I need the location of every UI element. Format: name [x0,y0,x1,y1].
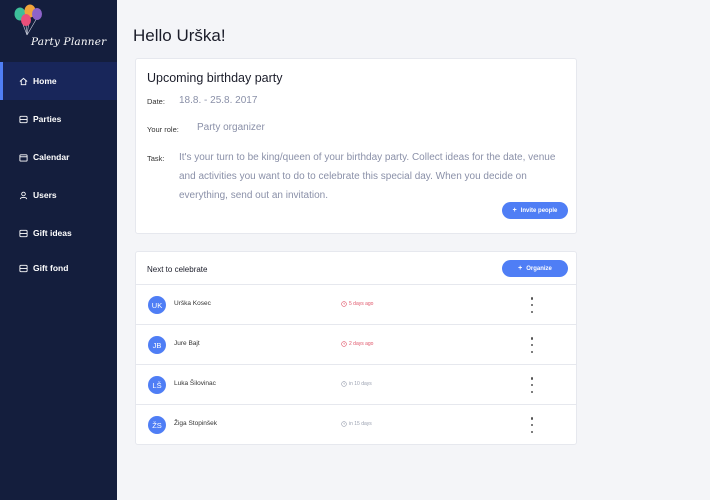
clock-icon [341,381,347,387]
app-name: Party Planner [31,36,107,48]
list-icon [19,229,28,238]
celebration-time: in 15 days [341,421,372,427]
page-title: Hello Urška! [133,26,226,45]
person-row[interactable]: ŽS Žiga Stopinšek in 15 days [136,405,576,445]
card-title: Upcoming birthday party [147,71,283,85]
role-label: Your role: [147,125,179,134]
time-text: in 10 days [349,381,372,387]
celebration-time: 5 days ago [341,301,373,307]
person-row[interactable]: LŠ Luka Šilovinac in 10 days [136,365,576,405]
more-options-icon[interactable] [528,337,536,353]
sidebar-item-label: Users [33,190,57,200]
person-name: Urška Kosec [174,300,211,307]
sidebar-nav: Home Parties Calendar Users Gift ideas G… [0,62,117,284]
calendar-icon [19,153,28,162]
clock-icon [341,301,347,307]
card-header: Next to celebrate + Organize [136,252,576,285]
person-name: Luka Šilovinac [174,380,216,387]
role-value: Party organizer [197,122,265,133]
date-value: 18.8. - 25.8. 2017 [179,95,258,106]
card-title: Next to celebrate [147,265,208,274]
avatar: ŽS [148,416,166,434]
sidebar: Party Planner Home Parties Calendar User… [0,0,117,500]
sidebar-item-label: Calendar [33,152,70,162]
person-name: Žiga Stopinšek [174,420,217,427]
plus-icon: + [518,265,523,272]
date-label: Date: [147,97,165,106]
sidebar-item-label: Parties [33,114,62,124]
invite-people-label: Invite people [520,207,558,214]
upcoming-party-card: Upcoming birthday party Date: 18.8. - 25… [135,58,577,234]
user-icon [19,191,28,200]
next-to-celebrate-card: Next to celebrate + Organize UK Urška Ko… [135,251,577,445]
app-logo[interactable]: Party Planner [0,0,117,60]
sidebar-item-gift-ideas[interactable]: Gift ideas [0,214,117,252]
sidebar-item-label: Gift fond [33,263,69,273]
organize-button[interactable]: + Organize [502,260,568,277]
list-icon [19,115,28,124]
task-label: Task: [147,154,165,163]
sidebar-item-gift-fond[interactable]: Gift fond [0,252,117,284]
avatar: LŠ [148,376,166,394]
person-row[interactable]: UK Urška Kosec 5 days ago [136,285,576,325]
home-icon [19,77,28,86]
avatar: UK [148,296,166,314]
task-value: It's your turn to be king/queen of your … [179,152,556,201]
celebration-time: 2 days ago [341,341,373,347]
time-text: 2 days ago [349,341,374,347]
more-options-icon[interactable] [528,377,536,393]
organize-label: Organize [526,265,552,272]
more-options-icon[interactable] [528,417,536,433]
clock-icon [341,421,347,427]
sidebar-item-parties[interactable]: Parties [0,100,117,138]
sidebar-item-users[interactable]: Users [0,176,117,214]
balloons-icon [14,4,42,36]
sidebar-item-label: Gift ideas [33,228,72,238]
avatar: JB [148,336,166,354]
sidebar-item-home[interactable]: Home [0,62,117,100]
more-options-icon[interactable] [528,297,536,313]
plus-icon: + [512,207,517,214]
clock-icon [341,341,347,347]
sidebar-item-calendar[interactable]: Calendar [0,138,117,176]
invite-people-button[interactable]: + Invite people [502,202,568,219]
time-text: in 15 days [349,421,372,427]
time-text: 5 days ago [349,301,374,307]
celebration-time: in 10 days [341,381,372,387]
person-row[interactable]: JB Jure Bajt 2 days ago [136,325,576,365]
list-icon [19,264,28,273]
person-name: Jure Bajt [174,340,200,347]
sidebar-item-label: Home [33,76,57,86]
